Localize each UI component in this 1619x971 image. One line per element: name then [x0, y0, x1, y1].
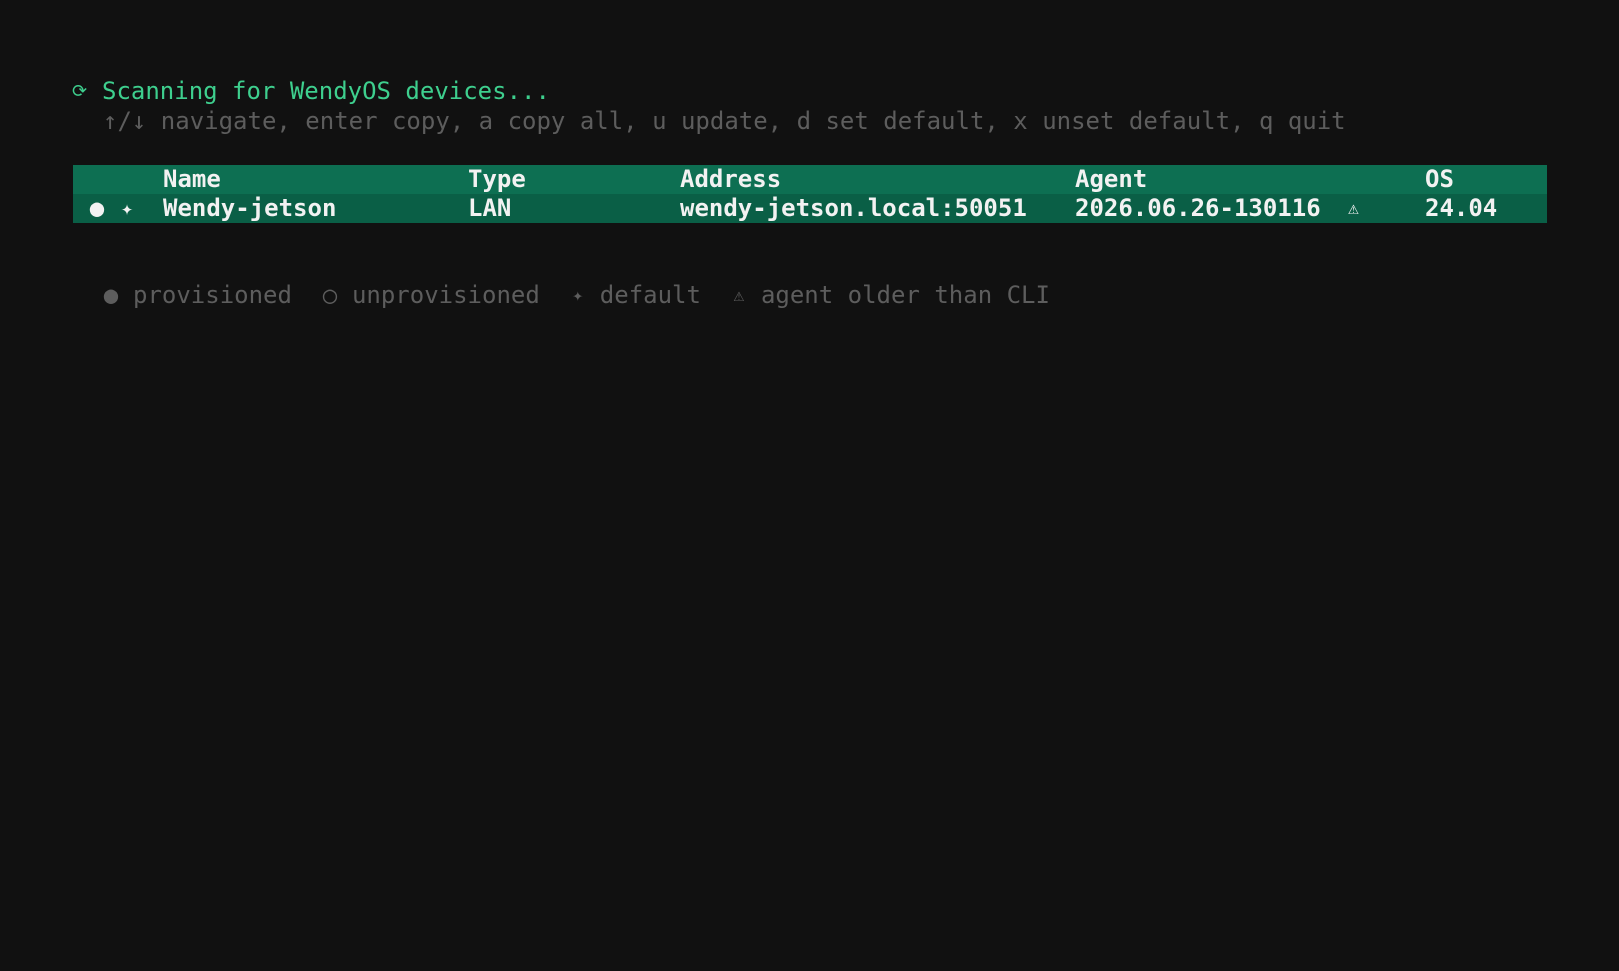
device-table: Name Type Address Agent OS ● ✦ Wendy-jet… — [73, 165, 1547, 223]
spinner-icon: ⟳ — [72, 80, 88, 102]
legend-unprovisioned-label: unprovisioned — [351, 281, 540, 309]
device-os-version: 24.04 — [1425, 194, 1498, 222]
filled-circle-icon: ● — [103, 281, 119, 309]
scan-status: ⟳ Scanning for WendyOS devices... — [72, 76, 550, 106]
warning-icon: ⚠ — [733, 284, 745, 306]
hollow-circle-icon: ○ — [322, 281, 338, 309]
warning-icon: ⚠ — [1348, 198, 1359, 219]
table-row[interactable]: ● ✦ Wendy-jetson LAN wendy-jetson.local:… — [73, 194, 1547, 223]
legend: ● provisioned ○ unprovisioned ✦ default … — [103, 280, 1080, 310]
star-icon: ✦ — [572, 284, 584, 306]
column-header-agent: Agent — [1075, 165, 1148, 193]
column-header-name: Name — [163, 165, 221, 193]
keyboard-help: ↑/↓ navigate, enter copy, a copy all, u … — [103, 107, 1346, 135]
column-header-os: OS — [1425, 165, 1454, 193]
legend-agent-older: ⚠ agent older than CLI — [731, 281, 1050, 309]
provisioned-icon: ● — [89, 194, 105, 222]
device-name: Wendy-jetson — [163, 194, 337, 222]
column-header-address: Address — [680, 165, 782, 193]
scan-status-text: Scanning for WendyOS devices... — [102, 77, 550, 105]
column-header-type: Type — [468, 165, 526, 193]
default-star-icon: ✦ — [120, 196, 134, 220]
legend-agent-older-label: agent older than CLI — [760, 281, 1050, 309]
legend-unprovisioned: ○ unprovisioned — [322, 281, 540, 309]
legend-provisioned-label: provisioned — [133, 281, 292, 309]
device-agent-version: 2026.06.26-130116 — [1075, 194, 1321, 222]
legend-default: ✦ default — [570, 281, 701, 309]
table-header: Name Type Address Agent OS — [73, 165, 1547, 194]
device-address: wendy-jetson.local:50051 — [680, 194, 1027, 222]
legend-provisioned: ● provisioned — [103, 281, 292, 309]
device-type: LAN — [468, 194, 512, 222]
legend-default-label: default — [599, 281, 701, 309]
